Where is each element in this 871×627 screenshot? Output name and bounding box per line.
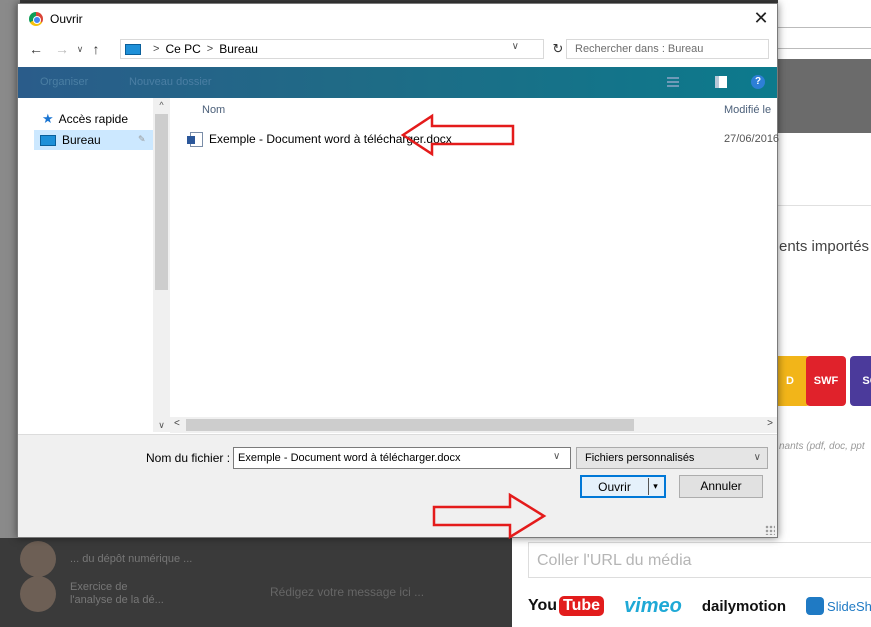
scroll-up-icon[interactable]: ^	[153, 98, 170, 112]
dialog-title: Ouvrir	[50, 12, 83, 26]
close-button[interactable]: ✕	[749, 7, 773, 31]
avatar	[20, 541, 56, 577]
cancel-button[interactable]: Annuler	[679, 475, 763, 498]
open-button[interactable]: Ouvrir ▾	[580, 475, 666, 498]
monitor-icon	[125, 43, 141, 55]
breadcrumb-separator: >	[153, 43, 160, 55]
chevron-down-icon: ∨	[753, 452, 761, 463]
file-list: Nom Modifié le Exemple - Document word à…	[170, 98, 779, 432]
help-icon[interactable]: ?	[751, 75, 765, 89]
dialog-footer: Nom du fichier : Exemple - Document word…	[18, 434, 777, 537]
forward-arrow-icon[interactable]: →	[54, 40, 70, 58]
desktop-folder-icon	[40, 134, 56, 146]
background-divider	[778, 205, 871, 206]
file-type-tile-swf: SWF	[806, 356, 846, 406]
view-options-icon[interactable]	[667, 77, 679, 88]
open-options-chevron-icon[interactable]: ▾	[648, 478, 662, 495]
new-folder-button[interactable]: Nouveau dossier	[129, 76, 212, 88]
back-arrow-icon[interactable]: ←	[28, 40, 44, 58]
scrollbar-thumb[interactable]	[186, 419, 634, 431]
scroll-down-icon[interactable]: ∨	[153, 418, 170, 432]
breadcrumb-this-pc[interactable]: Ce PC	[165, 42, 200, 56]
media-logos: YouTube vimeo dailymotion SlideShare	[528, 593, 871, 619]
media-url-input[interactable]: Coller l'URL du média	[528, 542, 871, 578]
sidebar-item-label: Accès rapide	[58, 112, 129, 126]
vimeo-logo[interactable]: vimeo	[624, 595, 682, 618]
filename-label: Nom du fichier :	[146, 451, 231, 465]
filename-field[interactable]: Exemple - Document word à télécharger.do…	[233, 447, 571, 469]
background-search-strip	[778, 27, 871, 49]
column-header-modified[interactable]: Modifié le	[724, 104, 771, 116]
avatar	[20, 576, 56, 612]
scroll-left-icon[interactable]: <	[174, 418, 180, 429]
breadcrumb-separator: >	[206, 43, 214, 55]
scroll-right-icon[interactable]: >	[767, 418, 773, 429]
navigation-pane: ★ Accès rapide Bureau ✎	[18, 98, 170, 432]
slideshare-logo[interactable]: SlideShare	[806, 597, 871, 615]
navigation-scrollbar[interactable]: ^ ∨	[153, 98, 170, 432]
resize-grip[interactable]	[765, 525, 775, 535]
youtube-logo[interactable]: You Tube	[528, 596, 605, 616]
dailymotion-logo[interactable]: dailymotion	[702, 598, 786, 615]
background-recent-item-text: ... du dépôt numérique ...	[70, 552, 193, 565]
command-toolbar: Organiser Nouveau dossier ?	[18, 67, 777, 98]
address-dropdown-chevron-icon[interactable]: ∨	[512, 41, 519, 52]
background-formats-text: nants (pdf, doc, ppt	[779, 441, 865, 452]
breadcrumb-bureau[interactable]: Bureau	[219, 42, 258, 56]
preview-pane-icon[interactable]	[715, 76, 727, 88]
sidebar-item-label: Bureau	[62, 133, 101, 147]
background-imports-text: ents importés	[779, 238, 870, 255]
word-document-icon	[187, 131, 203, 147]
open-file-dialog: Ouvrir ✕ ← → ∨ ↑ > Ce PC > Bureau ∨ ↻ Re…	[17, 3, 779, 538]
navigation-bar: ← → ∨ ↑ > Ce PC > Bureau ∨ ↻ Rechercher …	[18, 37, 777, 61]
background-message-hint: Rédigez votre message ici ...	[270, 585, 425, 599]
open-button-label: Ouvrir	[598, 479, 631, 494]
filetype-select[interactable]: Fichiers personnalisés ∨	[576, 447, 768, 469]
sidebar-item-quick-access[interactable]: ★ Accès rapide	[42, 109, 162, 129]
file-modified-date: 27/06/2016	[724, 133, 780, 145]
filetype-value: Fichiers personnalisés	[585, 452, 695, 464]
background-banner	[778, 59, 871, 133]
chrome-icon	[29, 12, 43, 26]
background-recent-item: Exercice de l'analyse de la dé...	[20, 573, 500, 615]
organize-button[interactable]: Organiser	[40, 76, 88, 88]
refresh-icon[interactable]: ↻	[548, 39, 568, 59]
horizontal-scrollbar[interactable]: < >	[170, 417, 777, 433]
search-input[interactable]: Rechercher dans : Bureau	[566, 39, 769, 59]
sidebar-item-bureau[interactable]: Bureau	[34, 130, 154, 150]
filename-dropdown-chevron-icon[interactable]: ∨	[553, 451, 560, 462]
column-header-name[interactable]: Nom	[202, 104, 225, 116]
scrollbar-thumb[interactable]	[155, 114, 168, 290]
recent-locations-chevron-icon[interactable]: ∨	[72, 40, 88, 58]
star-icon: ★	[42, 111, 54, 126]
background-recent-item-text: Exercice de l'analyse de la dé...	[70, 581, 164, 606]
pin-icon: ✎	[138, 134, 146, 144]
slideshare-icon	[806, 597, 825, 615]
dialog-titlebar[interactable]: Ouvrir ✕	[18, 4, 777, 34]
file-type-tile: SC	[850, 356, 871, 406]
file-row[interactable]: Exemple - Document word à télécharger.do…	[187, 129, 788, 149]
file-name: Exemple - Document word à télécharger.do…	[209, 132, 452, 146]
address-bar[interactable]: > Ce PC > Bureau ∨	[120, 39, 544, 59]
up-arrow-icon[interactable]: ↑	[88, 40, 104, 58]
